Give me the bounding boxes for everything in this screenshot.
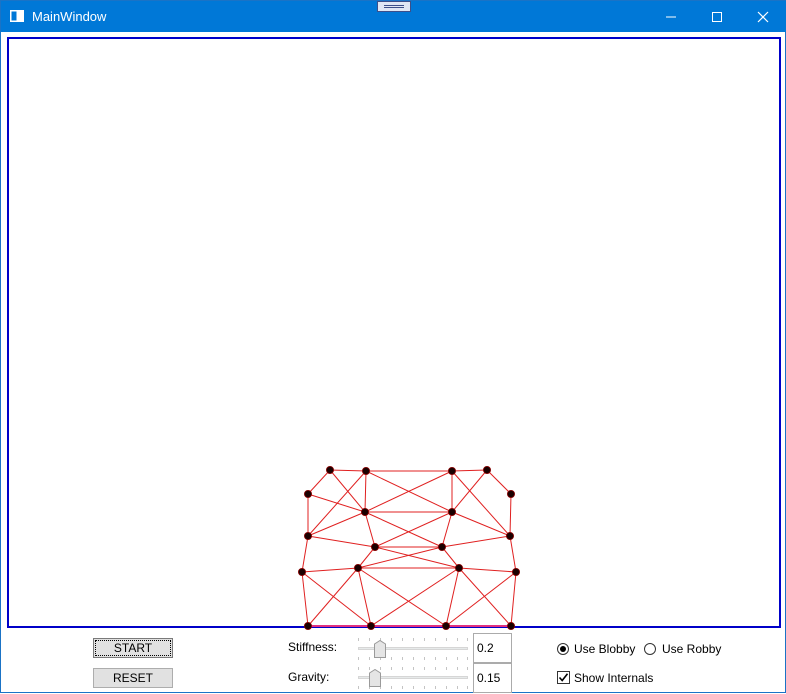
mass-node <box>353 564 362 573</box>
spring-edge <box>307 469 331 495</box>
mass-node <box>325 465 334 474</box>
spring-edge <box>307 535 376 548</box>
spring-edge <box>441 511 453 548</box>
reset-button[interactable]: RESET <box>93 668 173 688</box>
mass-node <box>370 543 379 552</box>
mass-node <box>511 568 520 577</box>
stiffness-label: Stiffness: <box>288 640 338 654</box>
spring-edge <box>307 511 366 537</box>
spring-edge <box>301 571 309 627</box>
use-blobby-radio[interactable] <box>557 643 569 655</box>
mass-node <box>303 532 312 541</box>
spring-edge <box>458 567 512 627</box>
spring-edge <box>509 493 512 537</box>
stiffness-slider[interactable] <box>358 638 470 660</box>
spring-edge <box>486 469 512 495</box>
spring-edge <box>510 571 517 627</box>
mass-node <box>506 489 515 498</box>
spring-edge <box>370 567 460 627</box>
spring-edge <box>374 511 453 548</box>
spring-edge <box>301 567 359 573</box>
mass-node <box>360 507 369 516</box>
mass-node <box>361 466 370 475</box>
mass-node <box>454 564 463 573</box>
main-window: MainWindow START RESET Stiffness: 0.2 Gr… <box>0 0 786 693</box>
spring-edge <box>307 493 366 513</box>
spring-edge <box>451 511 511 537</box>
stiffness-input[interactable]: 0.2 <box>473 633 512 663</box>
mass-node <box>303 622 312 631</box>
mass-node <box>366 622 375 631</box>
spring-edge <box>451 469 488 472</box>
spring-edge <box>441 535 511 548</box>
use-blobby-label[interactable]: Use Blobby <box>574 642 635 656</box>
spring-edge <box>357 546 443 569</box>
mass-node <box>482 465 491 474</box>
mass-node <box>297 568 306 577</box>
use-robby-label[interactable]: Use Robby <box>662 642 721 656</box>
mass-node <box>447 466 456 475</box>
spring-edge <box>307 567 359 627</box>
spring-edge <box>364 511 443 548</box>
gravity-slider[interactable] <box>358 667 470 689</box>
mass-node <box>441 622 450 631</box>
soft-body-drawing <box>297 465 520 631</box>
mass-node <box>437 543 446 552</box>
spring-edge <box>458 567 517 573</box>
mass-node <box>447 507 456 516</box>
spring-edge <box>451 470 511 537</box>
spring-edge <box>357 567 447 627</box>
show-internals-label[interactable]: Show Internals <box>574 671 653 685</box>
gravity-input[interactable]: 0.15 <box>473 663 512 693</box>
start-button[interactable]: START <box>93 638 173 658</box>
mass-node <box>506 622 515 631</box>
show-internals-checkbox[interactable] <box>557 671 570 684</box>
use-robby-radio[interactable] <box>644 643 656 655</box>
mass-node <box>505 532 514 541</box>
slider-thumb[interactable] <box>374 640 386 658</box>
slider-thumb[interactable] <box>369 669 381 687</box>
spring-edge <box>329 469 367 472</box>
spring-edge <box>301 535 309 573</box>
checkmark-icon <box>558 673 569 682</box>
radio-selected-dot <box>560 646 566 652</box>
spring-edge <box>374 546 460 569</box>
spring-edge <box>364 511 376 548</box>
gravity-label: Gravity: <box>288 670 330 684</box>
spring-edge <box>364 470 367 513</box>
mass-node <box>303 489 312 498</box>
spring-edge <box>509 535 517 573</box>
